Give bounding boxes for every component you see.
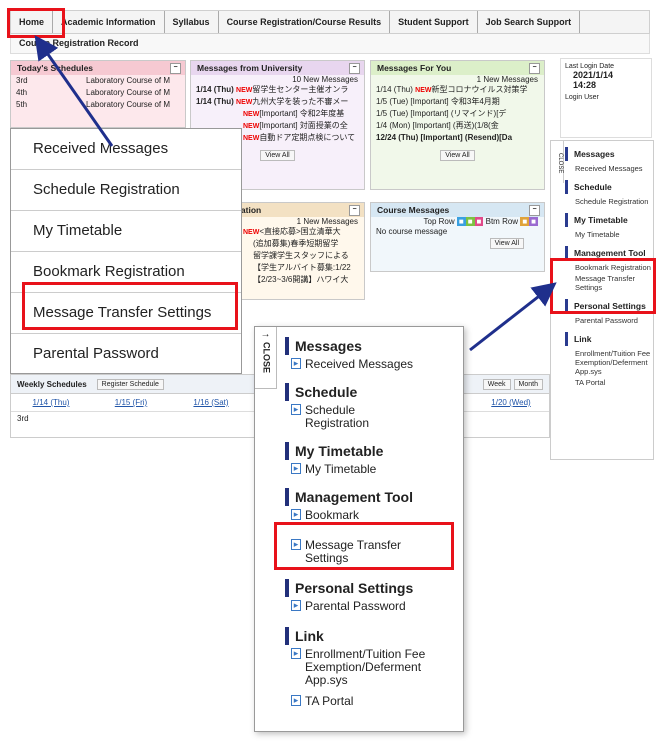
annotation-arrows [34,35,557,352]
arrow-to-home-icon [34,35,114,147]
arrow-to-sidebar-icon [469,282,557,352]
